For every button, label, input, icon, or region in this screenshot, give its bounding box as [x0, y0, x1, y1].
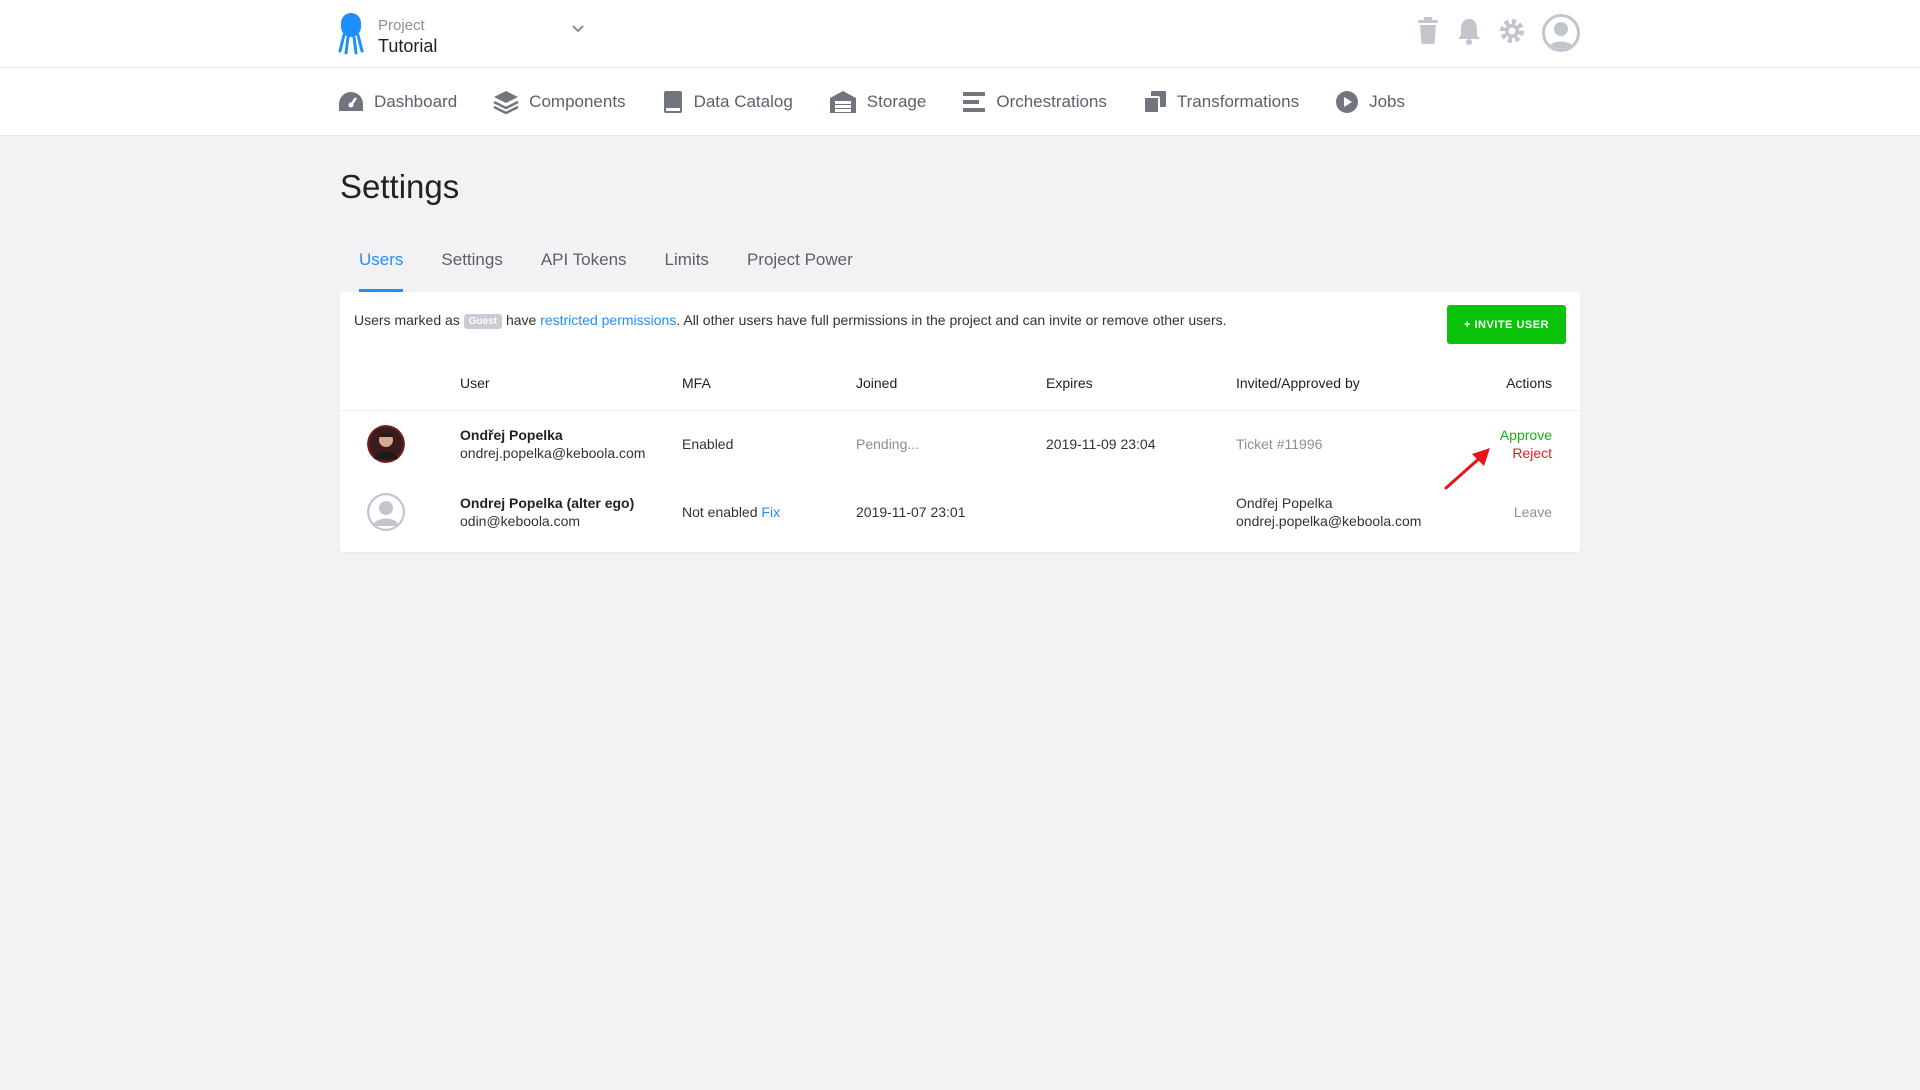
tab-api-tokens[interactable]: API Tokens	[522, 244, 646, 292]
chevron-down-icon[interactable]	[570, 22, 586, 40]
info-text-mid: have	[505, 312, 537, 328]
invited-by-email: ondrej.popelka@keboola.com	[1236, 513, 1422, 529]
layers-icon	[493, 90, 519, 114]
bell-icon[interactable]	[1456, 17, 1482, 50]
nav-item-dashboard[interactable]: Dashboard	[338, 91, 457, 113]
tab-limits[interactable]: Limits	[646, 244, 728, 292]
column-header-joined: Joined	[856, 356, 1046, 411]
top-bar: Project Tutorial	[0, 0, 1920, 68]
nav-label: Jobs	[1369, 92, 1405, 111]
play-circle-icon	[1335, 90, 1359, 114]
nav-label: Data Catalog	[693, 92, 793, 111]
joined-date: 2019-11-07 23:01	[856, 504, 966, 520]
column-header-mfa: MFA	[682, 356, 856, 411]
info-text-prefix: Users marked as	[354, 312, 460, 328]
nav-item-transformations[interactable]: Transformations	[1142, 90, 1300, 114]
table-row: Ondřej Popelka ondrej.popelka@keboola.co…	[340, 410, 1580, 478]
nav-item-orchestrations[interactable]: Orchestrations	[962, 91, 1107, 113]
column-header-actions: Actions	[1436, 356, 1580, 411]
user-avatar[interactable]	[1542, 14, 1580, 52]
leave-link[interactable]: Leave	[1514, 504, 1552, 520]
annotation-arrow-icon	[1442, 444, 1496, 497]
bars-icon	[962, 91, 986, 113]
user-name: Ondřej Popelka	[460, 427, 563, 444]
tab-project-power[interactable]: Project Power	[728, 244, 872, 292]
users-card: Users marked as Guest have restricted pe…	[340, 292, 1580, 552]
nav-item-storage[interactable]: Storage	[829, 90, 927, 114]
guest-badge: Guest	[463, 314, 503, 329]
nav-label: Storage	[866, 92, 927, 111]
main-navigation: Dashboard Components Data Catalog Storag…	[0, 68, 1920, 136]
dashboard-icon	[338, 91, 364, 113]
project-label: Project	[378, 16, 425, 34]
settings-tabs: Users Settings API Tokens Limits Project…	[340, 244, 872, 292]
table-header-row: User MFA Joined Expires Invited/Approved…	[340, 356, 1580, 411]
invited-by: Ticket #11996	[1236, 436, 1323, 453]
column-header-expires: Expires	[1046, 356, 1236, 411]
expires-date: 2019-11-09 23:04	[1046, 436, 1156, 453]
copy-icon	[1142, 90, 1167, 114]
user-email: odin@keboola.com	[460, 513, 581, 529]
invited-by-name: Ondřej Popelka	[1236, 495, 1333, 511]
user-name: Ondrej Popelka (alter ego)	[460, 495, 635, 511]
nav-label: Orchestrations	[996, 92, 1107, 111]
project-name: Tutorial	[378, 35, 438, 56]
warehouse-icon	[829, 90, 857, 114]
table-row: Ondrej Popelka (alter ego) odin@keboola.…	[340, 478, 1580, 546]
joined-status: Pending...	[856, 436, 920, 453]
octopus-logo-icon	[338, 13, 364, 60]
approve-link[interactable]: Approve	[1436, 426, 1552, 444]
project-switcher[interactable]: Project Tutorial	[338, 13, 437, 60]
book-icon	[662, 90, 684, 114]
nav-item-jobs[interactable]: Jobs	[1335, 90, 1405, 114]
avatar	[367, 493, 460, 531]
expires-date	[1046, 478, 1236, 546]
column-header-invited-by: Invited/Approved by	[1236, 356, 1436, 411]
avatar	[367, 425, 460, 464]
nav-item-data-catalog[interactable]: Data Catalog	[662, 90, 793, 114]
invite-user-button[interactable]: + INVITE USER	[1447, 305, 1566, 344]
permissions-info: Users marked as Guest have restricted pe…	[354, 312, 1227, 329]
user-email: ondrej.popelka@keboola.com	[460, 445, 646, 462]
nav-item-components[interactable]: Components	[493, 90, 626, 114]
nav-label: Components	[529, 92, 626, 111]
page-title: Settings	[340, 168, 460, 205]
mfa-status: Enabled	[682, 436, 734, 453]
tab-users[interactable]: Users	[340, 244, 422, 292]
restricted-permissions-link[interactable]: restricted permissions	[540, 312, 676, 328]
nav-label: Transformations	[1176, 92, 1300, 111]
column-header-user: User	[460, 356, 682, 411]
info-text-suffix: . All other users have full permissions …	[676, 312, 1227, 328]
users-table: User MFA Joined Expires Invited/Approved…	[340, 356, 1580, 546]
tab-settings[interactable]: Settings	[422, 244, 521, 292]
nav-label: Dashboard	[374, 92, 458, 111]
mfa-status: Not enabled	[682, 504, 758, 520]
trash-icon[interactable]	[1416, 16, 1440, 50]
mfa-fix-link[interactable]: Fix	[761, 504, 780, 520]
gear-icon[interactable]	[1498, 17, 1526, 50]
